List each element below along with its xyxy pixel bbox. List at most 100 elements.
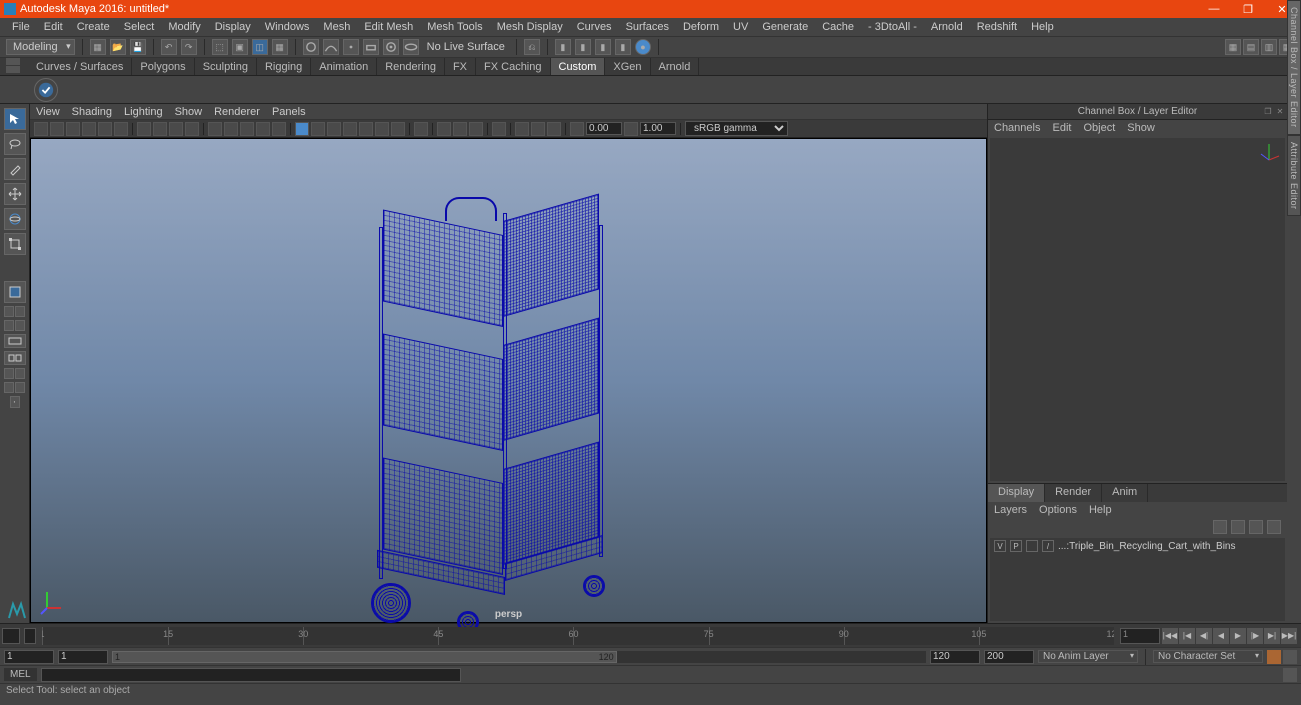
layout-two-stacked-icon[interactable]	[15, 320, 25, 331]
make-live-icon[interactable]	[403, 39, 419, 55]
vp-use-lights-icon[interactable]	[256, 122, 270, 136]
menu-curves[interactable]: Curves	[571, 20, 618, 34]
hypershade-icon[interactable]: ●	[635, 39, 651, 55]
menu-modify[interactable]: Modify	[162, 20, 206, 34]
step-back-key-button[interactable]: |◀	[1179, 628, 1195, 644]
paint-selection-tool[interactable]	[4, 158, 26, 180]
select-object-icon[interactable]: ◫	[252, 39, 268, 55]
layer-move-down-icon[interactable]	[1231, 520, 1245, 534]
goto-end-button[interactable]: ▶▶|	[1281, 628, 1297, 644]
vp-smooth-shade-icon[interactable]	[224, 122, 238, 136]
shelf-tab-xgen[interactable]: XGen	[605, 58, 650, 75]
step-back-frame-button[interactable]: ◀|	[1196, 628, 1212, 644]
shelf-tab-rendering[interactable]: Rendering	[377, 58, 445, 75]
outliner-toggle-icon[interactable]	[4, 334, 26, 348]
shelf-tab-fx[interactable]: FX	[445, 58, 476, 75]
menu-mesh-display[interactable]: Mesh Display	[491, 20, 569, 34]
vp-screen-ao-icon[interactable]	[343, 122, 357, 136]
layer-display-type-toggle[interactable]	[1026, 540, 1038, 552]
playback-start-field[interactable]	[58, 650, 108, 664]
select-component-icon[interactable]: ▦	[272, 39, 288, 55]
anim-start-field[interactable]	[4, 650, 54, 664]
layer-menu-layers[interactable]: Layers	[994, 504, 1027, 516]
anim-end-field[interactable]	[984, 650, 1034, 664]
step-fwd-frame-button[interactable]: |▶	[1247, 628, 1263, 644]
time-left-box[interactable]	[2, 628, 20, 644]
play-backward-button[interactable]: ◀	[1213, 628, 1229, 644]
render-view-icon[interactable]: ▮	[615, 39, 631, 55]
redo-icon[interactable]: ↷	[181, 39, 197, 55]
snap-point-icon[interactable]	[343, 39, 359, 55]
scale-tool[interactable]	[4, 233, 26, 255]
vp-grease-pencil-icon[interactable]	[114, 122, 128, 136]
menu-select[interactable]: Select	[118, 20, 161, 34]
panel-pop-out-icon[interactable]: ❐	[1263, 107, 1273, 117]
construction-history-icon[interactable]: ⎌	[524, 39, 540, 55]
new-empty-layer-icon[interactable]	[1249, 520, 1263, 534]
vp-2d-pan-icon[interactable]	[98, 122, 112, 136]
vp-stereo-icon[interactable]	[547, 122, 561, 136]
vp-exposure-field[interactable]	[586, 122, 622, 135]
menu-surfaces[interactable]: Surfaces	[620, 20, 675, 34]
vp-bookmark-icon[interactable]	[66, 122, 80, 136]
shelf-tab-sculpting[interactable]: Sculpting	[195, 58, 257, 75]
vp-renderer-icon[interactable]	[492, 122, 506, 136]
menu-edit[interactable]: Edit	[38, 20, 69, 34]
shelf-tab-polygons[interactable]: Polygons	[132, 58, 194, 75]
vp-light-3-icon[interactable]	[469, 122, 483, 136]
maximize-button[interactable]: ❐	[1239, 3, 1257, 16]
menu--3dtoall-[interactable]: - 3DtoAll -	[862, 20, 923, 34]
attribute-editor-toggle-icon[interactable]: ▥	[1261, 39, 1277, 55]
vp-light-2-icon[interactable]	[453, 122, 467, 136]
snap-curve-icon[interactable]	[323, 39, 339, 55]
shelf-editor-icon[interactable]	[6, 58, 20, 65]
channel-menu-show[interactable]: Show	[1127, 122, 1155, 134]
viewport-3d[interactable]: persp	[30, 138, 987, 623]
move-tool[interactable]	[4, 183, 26, 205]
snap-plane-icon[interactable]	[363, 39, 379, 55]
viewport-menu-shading[interactable]: Shading	[72, 106, 112, 118]
save-scene-icon[interactable]: 💾	[130, 39, 146, 55]
step-fwd-key-button[interactable]: ▶|	[1264, 628, 1280, 644]
layout-custom-icon[interactable]: ·	[10, 396, 20, 408]
menu-redshift[interactable]: Redshift	[971, 20, 1023, 34]
layer-move-up-icon[interactable]	[1213, 520, 1227, 534]
menu-create[interactable]: Create	[71, 20, 116, 34]
menu-generate[interactable]: Generate	[756, 20, 814, 34]
shelf-tab-arnold[interactable]: Arnold	[651, 58, 700, 75]
custom-shelf-button[interactable]	[34, 78, 58, 102]
anim-layer-dropdown[interactable]: No Anim Layer	[1038, 650, 1138, 663]
vp-shadows-icon[interactable]	[272, 122, 286, 136]
menu-arnold[interactable]: Arnold	[925, 20, 969, 34]
goto-start-button[interactable]: |◀◀	[1162, 628, 1178, 644]
layer-tab-render[interactable]: Render	[1045, 484, 1102, 502]
menu-mesh-tools[interactable]: Mesh Tools	[421, 20, 488, 34]
viewport-menu-panels[interactable]: Panels	[272, 106, 306, 118]
menu-uv[interactable]: UV	[727, 20, 754, 34]
render-frame-icon[interactable]: ▮	[555, 39, 571, 55]
viewport-menu-view[interactable]: View	[36, 106, 60, 118]
range-slider[interactable]: 1 120	[112, 651, 926, 663]
viewport-menu-renderer[interactable]: Renderer	[214, 106, 260, 118]
vp-grid-icon[interactable]	[137, 122, 151, 136]
layout-four-icon[interactable]	[15, 306, 25, 317]
layout-two-side-icon[interactable]	[4, 320, 14, 331]
channel-menu-object[interactable]: Object	[1083, 122, 1115, 134]
panel-close-icon[interactable]: ✕	[1275, 107, 1285, 117]
open-scene-icon[interactable]: 📂	[110, 39, 126, 55]
vp-textured-icon[interactable]	[240, 122, 254, 136]
snap-grid-icon[interactable]	[303, 39, 319, 55]
vp-motion-blur-icon[interactable]	[359, 122, 373, 136]
menu-help[interactable]: Help	[1025, 20, 1060, 34]
rotate-tool[interactable]	[4, 208, 26, 230]
layout-single-icon[interactable]	[4, 306, 14, 317]
channel-box-body[interactable]	[990, 138, 1285, 481]
layer-visibility-toggle[interactable]: V	[994, 540, 1006, 552]
vp-multi-sample-icon[interactable]	[375, 122, 389, 136]
panel-layout-icon[interactable]: ▦	[1225, 39, 1241, 55]
prefs-icon[interactable]	[1283, 650, 1297, 664]
layout-hypershade-icon[interactable]	[15, 368, 25, 379]
new-layer-from-sel-icon[interactable]	[1267, 520, 1281, 534]
shelf-tab-fx-caching[interactable]: FX Caching	[476, 58, 550, 75]
layer-tab-display[interactable]: Display	[988, 484, 1045, 502]
